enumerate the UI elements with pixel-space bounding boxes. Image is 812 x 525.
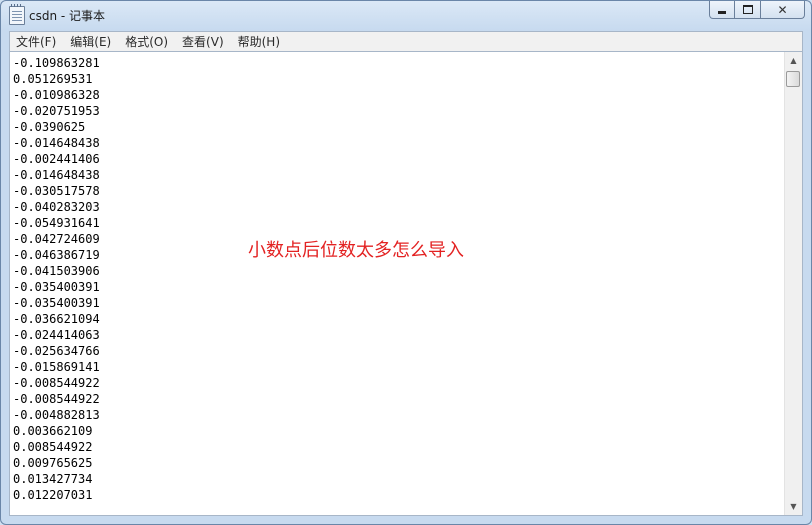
text-line: 0.012207031 — [13, 488, 93, 502]
text-line: -0.024414063 — [13, 328, 100, 342]
scroll-down-button[interactable]: ▼ — [785, 498, 802, 515]
text-editor[interactable]: -0.109863281 0.051269531 -0.010986328 -0… — [9, 51, 803, 516]
text-line: 0.051269531 — [13, 72, 93, 86]
maximize-icon — [742, 5, 753, 14]
scroll-up-button[interactable]: ▲ — [785, 52, 802, 69]
maximize-button[interactable] — [735, 1, 761, 19]
annotation-text: 小数点后位数太多怎么导入 — [248, 240, 464, 261]
text-line: -0.0390625 — [13, 120, 86, 134]
text-line: -0.025634766 — [13, 344, 100, 358]
arrow-down-icon: ▼ — [790, 502, 797, 511]
text-line: -0.008544922 — [13, 376, 100, 390]
title-bar[interactable]: csdn - 记事本 ✕ — [1, 1, 811, 30]
menu-view[interactable]: 查看(V) — [176, 33, 230, 51]
text-line: -0.040283203 — [13, 200, 100, 214]
text-line: -0.002441406 — [13, 152, 100, 166]
caption-buttons: ✕ — [709, 1, 805, 20]
menu-bar: 文件(F) 编辑(E) 格式(O) 查看(V) 帮助(H) — [9, 31, 803, 51]
text-line: -0.010986328 — [13, 88, 100, 102]
minimize-button[interactable] — [709, 1, 735, 19]
text-content[interactable]: -0.109863281 0.051269531 -0.010986328 -0… — [13, 55, 782, 515]
text-line: 0.008544922 — [13, 440, 93, 454]
menu-help[interactable]: 帮助(H) — [232, 33, 286, 51]
text-line: -0.008544922 — [13, 392, 100, 406]
text-line: 0.003662109 — [13, 424, 93, 438]
text-line: 0.013427734 — [13, 472, 93, 486]
text-line: -0.015869141 — [13, 360, 100, 374]
menu-edit[interactable]: 编辑(E) — [64, 33, 117, 51]
text-line: -0.020751953 — [13, 104, 100, 118]
text-line: 0.009765625 — [13, 456, 93, 470]
vertical-scrollbar[interactable]: ▲ ▼ — [784, 52, 802, 515]
text-line: -0.035400391 — [13, 280, 100, 294]
minimize-icon — [718, 11, 726, 14]
menu-file[interactable]: 文件(F) — [10, 33, 62, 51]
text-line: -0.004882813 — [13, 408, 100, 422]
text-line: -0.035400391 — [13, 296, 100, 310]
text-line: -0.036621094 — [13, 312, 100, 326]
text-line: -0.014648438 — [13, 168, 100, 182]
notepad-icon[interactable] — [9, 4, 25, 25]
text-line: -0.109863281 — [13, 56, 100, 70]
arrow-up-icon: ▲ — [790, 56, 797, 65]
scrollbar-thumb[interactable] — [786, 71, 800, 87]
window-title: csdn - 记事本 — [29, 9, 106, 23]
text-line: -0.054931641 — [13, 216, 100, 230]
menu-format[interactable]: 格式(O) — [119, 33, 174, 51]
notepad-window: csdn - 记事本 ✕ 文件(F) 编辑(E) 格式(O) 查看(V) 帮助(… — [0, 0, 812, 525]
text-line: -0.041503906 — [13, 264, 100, 278]
text-line: -0.030517578 — [13, 184, 100, 198]
text-line: -0.014648438 — [13, 136, 100, 150]
close-button[interactable]: ✕ — [761, 1, 805, 19]
close-icon: ✕ — [777, 2, 788, 17]
